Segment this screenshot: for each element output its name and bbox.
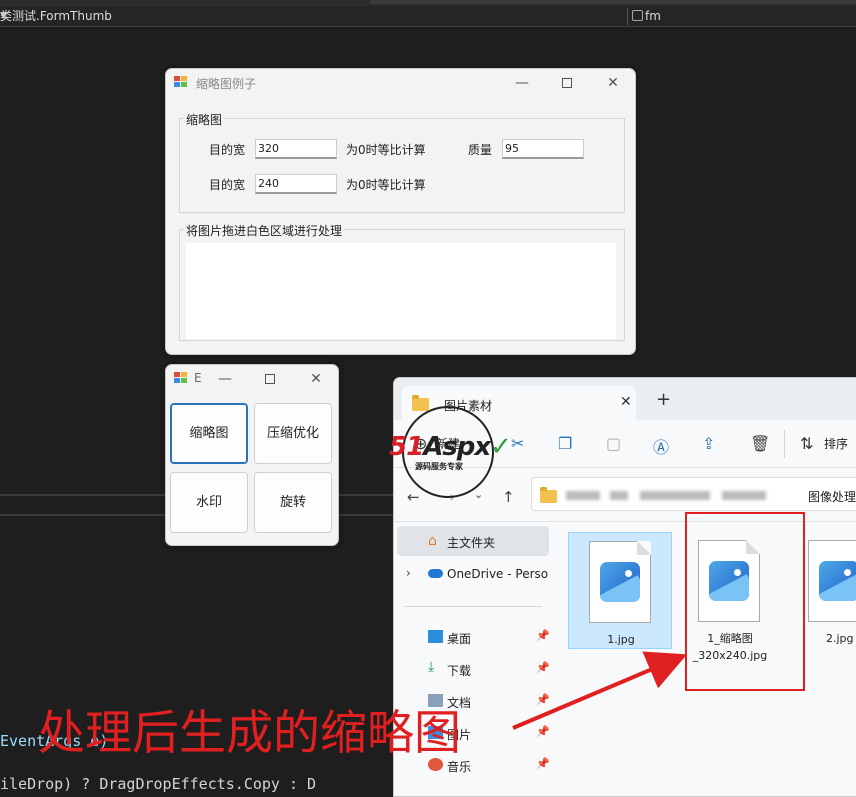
annotation-text: 处理后生成的缩略图	[38, 706, 461, 761]
annotation-arrow	[512, 651, 688, 730]
